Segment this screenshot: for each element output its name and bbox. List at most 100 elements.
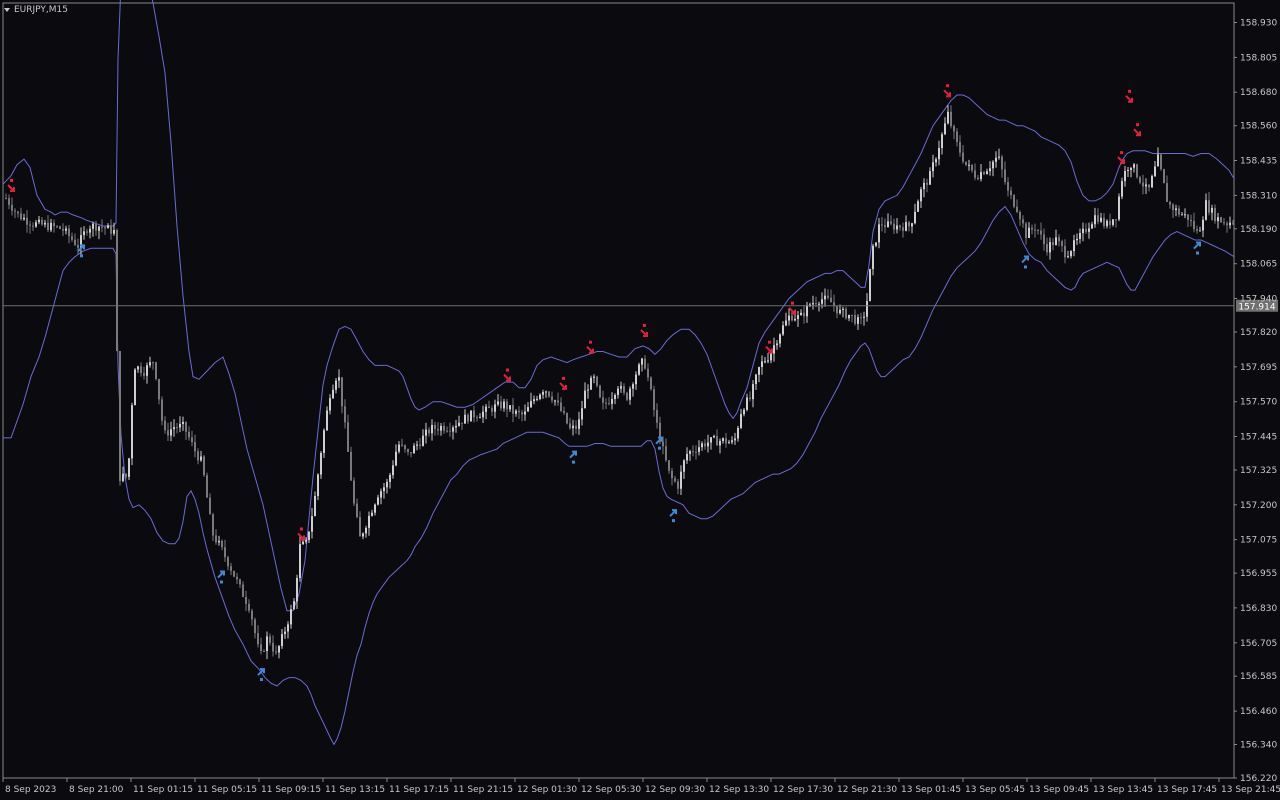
candle-body <box>587 389 589 391</box>
candle-body <box>1199 230 1201 232</box>
candle-body <box>101 226 103 228</box>
candle-body <box>224 547 226 558</box>
arrow-up-right-icon <box>217 570 225 579</box>
y-tick-label: 157.200 <box>1240 501 1277 511</box>
candle-body <box>704 443 706 447</box>
candle-body <box>515 410 517 414</box>
candle-body <box>368 515 370 528</box>
candle-body <box>620 386 622 389</box>
candle-body <box>938 148 940 160</box>
arrow-down-right-icon <box>559 382 567 390</box>
candle-body <box>851 314 853 316</box>
symbol-title: EURJPY,M15 <box>14 5 68 15</box>
candle-body <box>206 475 208 498</box>
candle-body <box>374 504 376 513</box>
candle-body <box>770 353 772 361</box>
candle-body <box>305 540 307 542</box>
candle-body <box>1067 256 1069 258</box>
candle-body <box>29 224 31 226</box>
sell-signal-dot <box>768 340 771 344</box>
candle-body <box>359 517 361 537</box>
candle-body <box>164 420 166 431</box>
candle-body <box>209 497 211 515</box>
candle-body <box>656 409 658 423</box>
candle-body <box>557 400 559 403</box>
candle-body <box>485 406 487 412</box>
candle-body <box>71 236 73 240</box>
candle-body <box>563 411 565 413</box>
candle-body <box>275 651 277 653</box>
candle-body <box>17 211 19 214</box>
candle-body <box>1043 234 1045 245</box>
candle-body <box>332 389 334 399</box>
candle-body <box>992 161 994 169</box>
candle-body <box>65 228 67 231</box>
candle-body <box>1121 181 1123 197</box>
bollinger-band-lower <box>3 205 1235 746</box>
candle-body <box>428 429 430 434</box>
candle-body <box>962 152 964 162</box>
candle-body <box>749 397 751 400</box>
candle-body <box>596 376 598 386</box>
candle-body <box>452 427 454 432</box>
candle-body <box>14 210 16 212</box>
candle-body <box>593 376 595 378</box>
candle-body <box>794 319 796 321</box>
sell-signal-dot <box>562 376 565 380</box>
y-tick-label: 156.830 <box>1240 604 1277 614</box>
candle-body <box>419 444 421 446</box>
y-tick-label: 158.435 <box>1240 157 1277 167</box>
arrow-down-right-icon <box>1133 128 1141 137</box>
candle-body <box>1136 164 1138 178</box>
candle-body <box>1229 222 1231 226</box>
candle-body <box>158 379 160 400</box>
candle-body <box>470 410 472 422</box>
candle-body <box>35 222 37 227</box>
candle-body <box>1133 164 1135 168</box>
candle-body <box>92 223 94 229</box>
candle-body <box>1019 212 1021 220</box>
candle-body <box>953 126 955 132</box>
candle-body <box>86 231 88 233</box>
candle-body <box>1049 242 1051 253</box>
candle-body <box>161 399 163 421</box>
candle-body <box>542 392 544 395</box>
candle-body <box>857 317 859 324</box>
x-tick-label: 11 Sep 09:15 <box>261 785 321 795</box>
candle-body <box>932 162 934 172</box>
x-tick-label: 12 Sep 13:30 <box>709 785 769 795</box>
candle-body <box>458 422 460 426</box>
y-tick-label: 156.955 <box>1240 569 1277 579</box>
triangle-down-icon[interactable] <box>4 8 10 12</box>
price-chart[interactable]: 157.914 158.930158.805158.680158.560158.… <box>0 0 1280 800</box>
candle-body <box>239 579 241 585</box>
y-tick-label: 158.560 <box>1240 122 1277 132</box>
candle-body <box>1190 220 1192 221</box>
arrow-down-right-icon <box>1125 95 1133 103</box>
candle-body <box>1154 166 1156 177</box>
candle-body <box>467 414 469 422</box>
candle-body <box>1109 220 1111 225</box>
candle-body <box>1148 184 1150 188</box>
candle-body <box>32 225 34 227</box>
candle-body <box>1193 220 1195 230</box>
candle-body <box>167 430 169 436</box>
candle-body <box>1223 222 1225 224</box>
y-tick-label: 157.820 <box>1240 328 1277 338</box>
candle-body <box>1157 154 1159 167</box>
symbol-title-bar[interactable]: EURJPY,M15 <box>4 3 68 17</box>
candle-body <box>674 478 676 482</box>
candle-body <box>890 221 892 224</box>
candle-body <box>1214 207 1216 222</box>
candle-body <box>551 396 553 401</box>
candle-body <box>947 111 949 124</box>
buy-signal-dot <box>220 580 223 584</box>
candle-body <box>83 231 85 236</box>
candle-body <box>944 123 946 135</box>
sell-signal-dot <box>10 178 13 182</box>
candle-body <box>881 224 883 226</box>
arrow-up-right-icon <box>1193 241 1201 250</box>
candle-body <box>1058 237 1060 242</box>
candle-body <box>923 182 925 190</box>
candle-body <box>836 306 838 314</box>
